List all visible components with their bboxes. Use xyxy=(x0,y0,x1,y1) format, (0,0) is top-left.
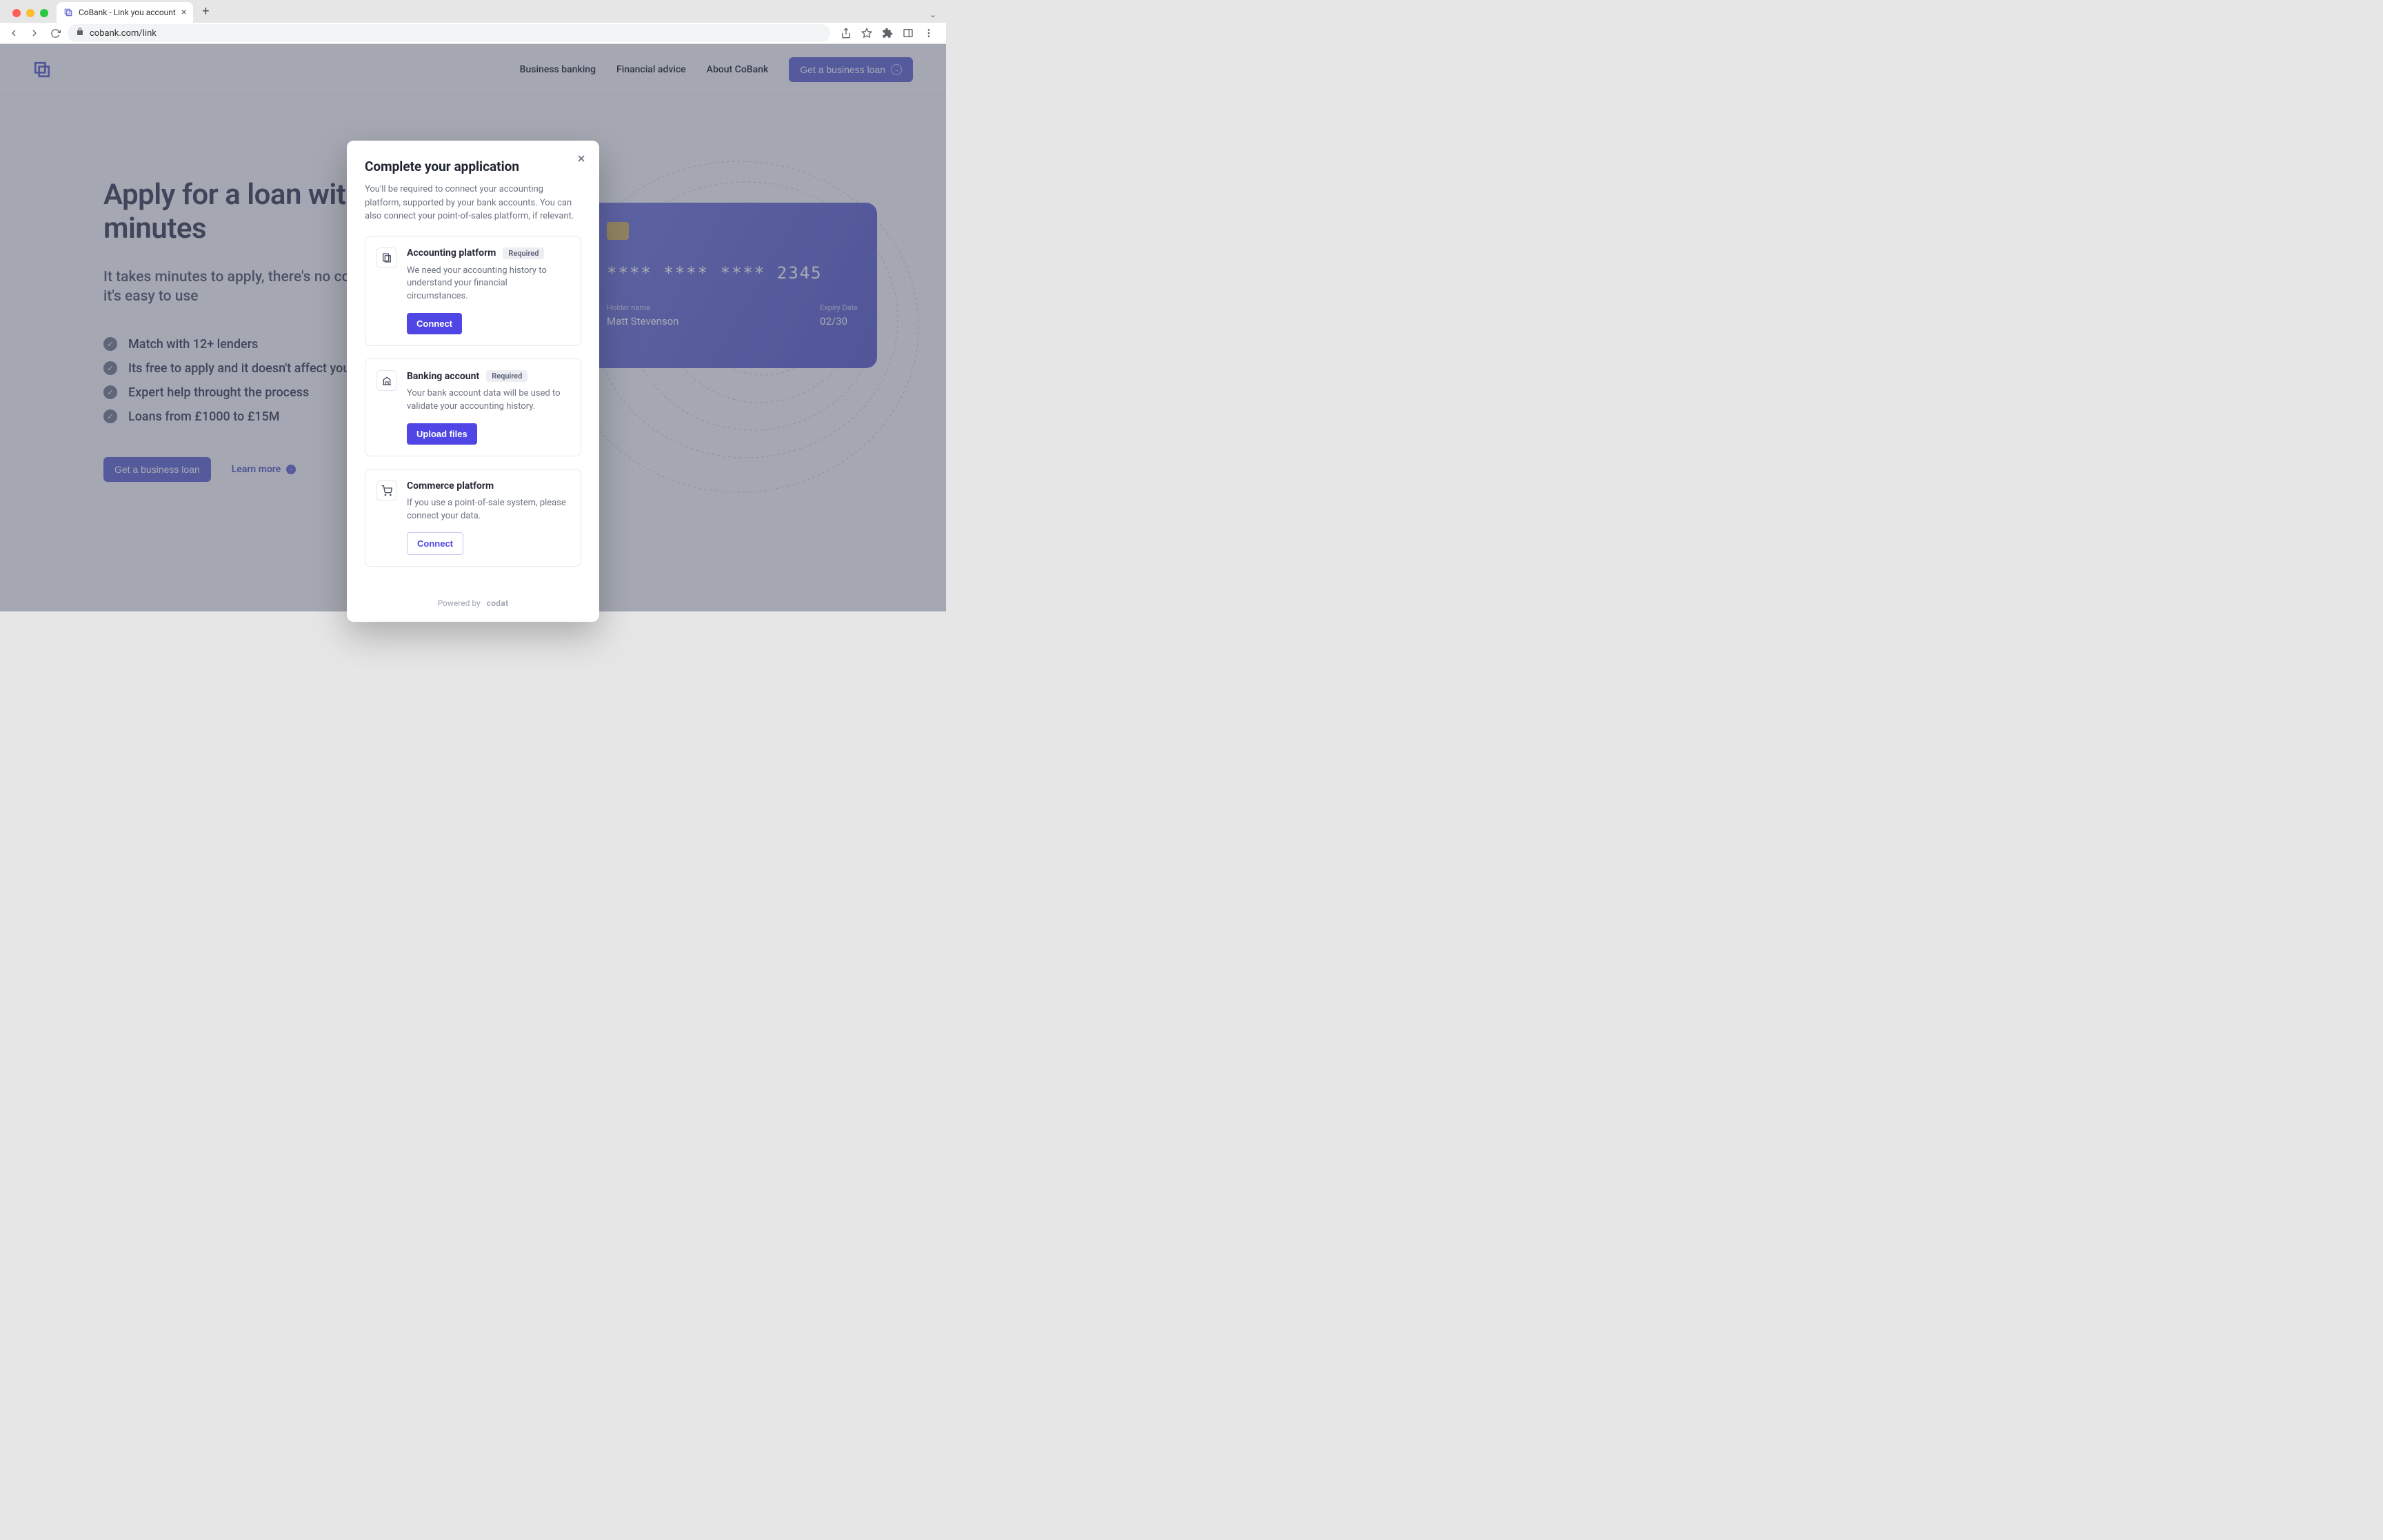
window-maximize-icon[interactable] xyxy=(40,9,48,17)
url-row: cobank.com/link xyxy=(0,23,946,44)
chrome-dropdown-icon[interactable]: ⌄ xyxy=(929,10,936,19)
step-title: Accounting platform xyxy=(407,247,496,259)
reload-button[interactable] xyxy=(47,25,63,41)
step-accounting: Accounting platform Required We need you… xyxy=(365,236,581,347)
connect-commerce-button[interactable]: Connect xyxy=(407,532,463,555)
upload-files-button[interactable]: Upload files xyxy=(407,423,477,445)
share-icon[interactable] xyxy=(838,26,854,41)
tab-title: CoBank - Link you account xyxy=(79,8,176,17)
tab-row: CoBank - Link you account × + ⌄ xyxy=(0,0,946,23)
accounting-icon xyxy=(376,247,397,268)
window-minimize-icon[interactable] xyxy=(26,9,34,17)
required-badge: Required xyxy=(503,247,544,259)
powered-by-prefix: Powered by xyxy=(438,598,481,608)
step-desc: If you use a point-of-sale system, pleas… xyxy=(407,497,570,523)
connect-accounting-button[interactable]: Connect xyxy=(407,313,462,334)
panel-icon[interactable] xyxy=(901,26,916,41)
browser-tab[interactable]: CoBank - Link you account × xyxy=(57,2,193,23)
back-button[interactable] xyxy=(6,25,22,41)
url-text: cobank.com/link xyxy=(90,28,157,39)
chrome-icon-group xyxy=(834,26,941,41)
powered-by: Powered by codat xyxy=(365,598,581,608)
page: Business banking Financial advice About … xyxy=(0,44,946,611)
extensions-icon[interactable] xyxy=(880,26,895,41)
new-tab-button[interactable]: + xyxy=(197,4,214,23)
modal-title: Complete your application xyxy=(365,159,581,174)
window-traffic-lights xyxy=(7,9,57,23)
step-banking: Banking account Required Your bank accou… xyxy=(365,358,581,456)
url-bar[interactable]: cobank.com/link xyxy=(68,24,830,42)
step-commerce: Commerce platform If you use a point-of-… xyxy=(365,469,581,567)
modal-description: You'll be required to connect your accou… xyxy=(365,183,581,223)
step-desc: Your bank account data will be used to v… xyxy=(407,387,570,414)
close-icon[interactable] xyxy=(576,153,587,168)
tab-favicon-icon xyxy=(63,8,73,17)
tab-close-icon[interactable]: × xyxy=(181,7,186,18)
window-close-icon[interactable] xyxy=(12,9,21,17)
application-modal: Complete your application You'll be requ… xyxy=(347,141,599,622)
bank-icon xyxy=(376,370,397,391)
cart-icon xyxy=(376,480,397,501)
required-badge: Required xyxy=(486,370,527,382)
menu-icon[interactable] xyxy=(921,26,936,41)
step-title: Banking account xyxy=(407,371,479,382)
powered-by-brand: codat xyxy=(487,598,509,608)
star-icon[interactable] xyxy=(859,26,874,41)
lock-icon xyxy=(76,28,84,39)
forward-button[interactable] xyxy=(26,25,43,41)
step-title: Commerce platform xyxy=(407,480,494,492)
step-desc: We need your accounting history to under… xyxy=(407,265,570,304)
browser-chrome: CoBank - Link you account × + ⌄ cobank.c… xyxy=(0,0,946,44)
